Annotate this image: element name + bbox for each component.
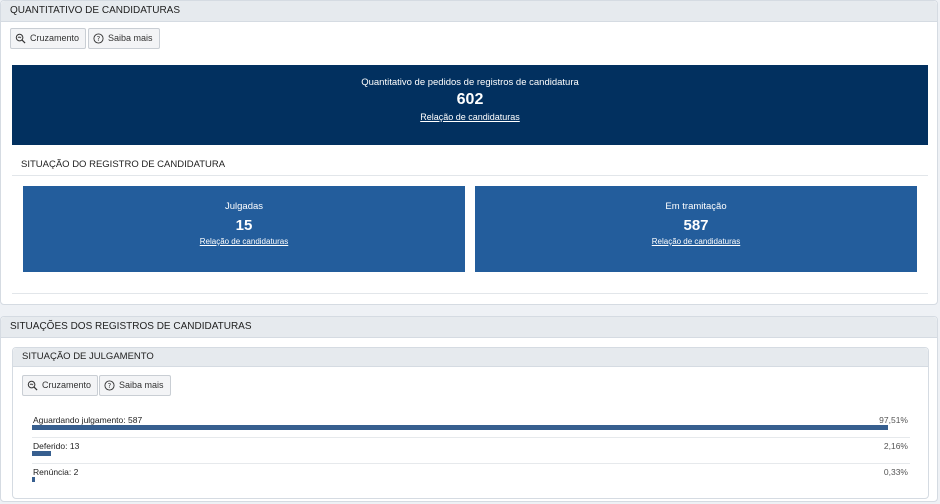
bar-label: Aguardando julgamento: 587: [33, 415, 143, 425]
bar-row: Deferido: 13 2,16%: [32, 438, 910, 464]
total-card-link[interactable]: Relação de candidaturas: [12, 112, 928, 122]
panel-title: QUANTITATIVO DE CANDIDATURAS: [1, 1, 937, 22]
candidaturas-panel: QUANTITATIVO DE CANDIDATURAS Cruzamento …: [0, 0, 938, 305]
search-zoom-icon: [15, 33, 26, 44]
bar-fill: [32, 477, 36, 482]
cruzamento-label: Cruzamento: [30, 33, 80, 43]
help-circle-icon: ?: [104, 380, 115, 391]
cruzamento-label: Cruzamento: [42, 380, 92, 390]
saiba-mais-button[interactable]: ? Saiba mais: [99, 375, 171, 396]
situacao-registro-title: SITUAÇÃO DO REGISTRO DE CANDIDATURA: [21, 159, 226, 170]
cruzamento-button[interactable]: Cruzamento: [22, 375, 99, 396]
bar-percent: 97,51%: [879, 415, 908, 425]
section-divider: [12, 175, 928, 176]
svg-text:?: ?: [97, 35, 101, 43]
saiba-mais-label: Saiba mais: [119, 380, 164, 390]
total-card-title: Quantitativo de pedidos de registros de …: [361, 77, 579, 88]
bar-label: Deferido: 13: [33, 441, 80, 451]
sub-panel-title: SITUAÇÃO DE JULGAMENTO: [13, 348, 928, 367]
bar-percent: 0,33%: [883, 467, 908, 477]
total-card-value: 602: [456, 91, 484, 108]
bar-row: Aguardando julgamento: 587 97,51%: [32, 412, 910, 438]
em-tramitacao-card: Em tramitação 587 Relação de candidatura…: [475, 186, 917, 272]
total-candidaturas-card: Quantitativo de pedidos de registros de …: [12, 65, 928, 145]
search-zoom-icon: [27, 380, 38, 391]
help-circle-icon: ?: [93, 33, 104, 44]
julgadas-card-title: Julgadas: [224, 201, 264, 212]
julgadas-card-value: 15: [235, 217, 253, 234]
bar-row: Renúncia: 2 0,33%: [32, 464, 910, 490]
saiba-mais-button[interactable]: ? Saiba mais: [88, 28, 160, 49]
saiba-mais-label: Saiba mais: [108, 33, 153, 43]
julgadas-card: Julgadas 15 Relação de candidaturas: [23, 186, 465, 272]
bar-fill: [32, 451, 51, 456]
em-tramitacao-card-link[interactable]: Relação de candidaturas: [475, 237, 917, 246]
em-tramitacao-card-title: Em tramitação: [665, 201, 727, 212]
bar-label: Renúncia: 2: [33, 467, 79, 477]
bar-percent: 2,16%: [883, 441, 908, 451]
situacoes-registros-panel: SITUAÇÕES DOS REGISTROS DE CANDIDATURAS …: [0, 316, 938, 502]
em-tramitacao-card-value: 587: [683, 217, 709, 234]
julgadas-card-link[interactable]: Relação de candidaturas: [23, 237, 465, 246]
cruzamento-button[interactable]: Cruzamento: [10, 28, 87, 49]
svg-text:?: ?: [108, 382, 112, 390]
panel-title: SITUAÇÕES DOS REGISTROS DE CANDIDATURAS: [1, 317, 937, 338]
bar-fill: [32, 425, 889, 430]
bottom-divider: [12, 293, 928, 294]
